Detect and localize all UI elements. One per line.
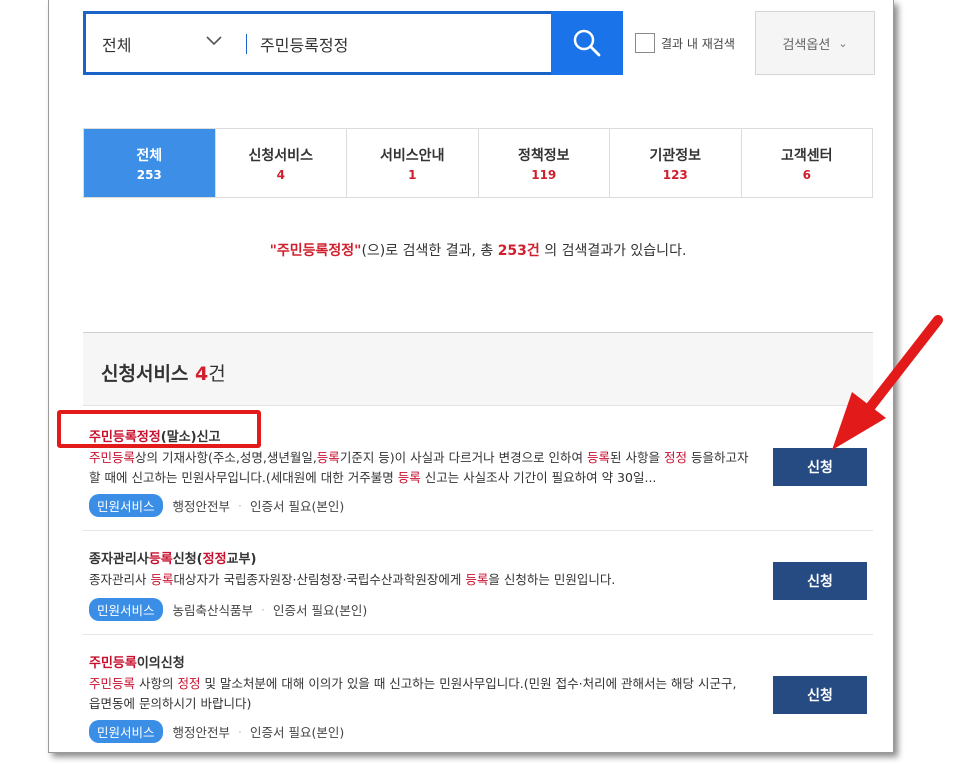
agency-name: 행정안전부 — [172, 499, 231, 514]
result-meta: 민원서비스 농림축산식품부 · 인증서 필요(본인) — [89, 598, 367, 621]
tab-label: 전체 — [136, 147, 163, 164]
desc-text: 기준지 등)이 사실과 다르거나 변경으로 인하여 — [339, 450, 588, 465]
result-title-link[interactable]: 주민등록이의신청 — [89, 652, 185, 671]
agency-name: 농림축산식품부 — [172, 603, 254, 618]
tab-label: 서비스안내 — [380, 147, 445, 164]
apply-button[interactable]: 신청 — [773, 562, 867, 600]
meta-separator: · — [261, 602, 266, 617]
agency-name: 행정안전부 — [172, 725, 231, 740]
apply-button[interactable]: 신청 — [773, 676, 867, 714]
section-title-label: 신청서비스 — [101, 363, 189, 385]
tab-label: 정책정보 — [517, 147, 570, 164]
result-description: 종자관리사 등록대상자가 국립종자원장·산림청장·국립수산과학원장에게 등록을 … — [89, 570, 749, 590]
chevron-down-icon[interactable] — [204, 30, 224, 50]
apply-button[interactable]: 신청 — [773, 448, 867, 486]
category-tabs: 전체 253 신청서비스 4 서비스안내 1 정책정보 119 기관정보 123… — [83, 128, 873, 198]
tab-count: 4 — [276, 167, 285, 182]
section-count: 4 — [195, 363, 209, 385]
category-badge: 민원서비스 — [89, 720, 163, 743]
desc-highlight: 등록 — [465, 572, 489, 587]
summary-text-end: 의 검색결과가 있습니다. — [539, 243, 687, 259]
recheck-label: 결과 내 재검색 — [661, 36, 735, 51]
annotation-highlight-box — [57, 410, 261, 448]
result-description: 주민등록 사항의 정정 및 말소처분에 대해 이의가 있을 때 신고하는 민원사… — [89, 674, 749, 714]
title-highlight: 등록 — [148, 552, 173, 567]
search-options-button[interactable]: 검색옵션 ⌄ — [755, 11, 875, 75]
chevron-down-icon: ⌄ — [838, 36, 848, 50]
cert-requirement: 인증서 필요(본인) — [250, 499, 345, 514]
search-divider — [246, 34, 247, 54]
search-bar: 전체 주민등록정정 — [83, 11, 583, 75]
summary-text: (으)로 검색한 결과, 총 — [361, 243, 498, 259]
tab-label: 고객센터 — [780, 147, 833, 164]
result-summary: "주민등록정정"(으)로 검색한 결과, 총 253건 의 검색결과가 있습니다… — [83, 240, 873, 260]
desc-text: 신고는 사실조사 기간이 필요하여 약 30일... — [420, 470, 657, 485]
tab-count: 1 — [408, 167, 417, 182]
recheck-option[interactable]: 결과 내 재검색 — [635, 33, 735, 53]
desc-highlight: 등록 — [316, 450, 340, 465]
tab-count: 123 — [662, 167, 688, 182]
title-highlight: 정정 — [202, 552, 227, 567]
search-icon — [573, 29, 601, 57]
result-item: 종자관리사등록신청(정정교부) 종자관리사 등록대상자가 국립종자원장·산림청장… — [83, 530, 873, 635]
result-meta: 민원서비스 행정안전부 · 인증서 필요(본인) — [89, 720, 344, 743]
search-button[interactable] — [551, 11, 623, 75]
result-description: 주민등록상의 기재사항(주소,성명,생년월일,등록기준지 등)이 사실과 다르거… — [89, 448, 749, 488]
cert-requirement: 인증서 필요(본인) — [273, 603, 368, 618]
tab-service-guide[interactable]: 서비스안내 1 — [346, 129, 478, 197]
desc-text: 대상자가 국립종자원장·산림청장·국립수산과학원장에게 — [173, 572, 466, 587]
summary-total: 253건 — [497, 243, 540, 259]
tab-label: 기관정보 — [649, 147, 702, 164]
search-results-window: 전체 주민등록정정 결과 내 재검색 검색옵션 ⌄ 전체 253 신청서비스 4… — [48, 0, 894, 753]
desc-text: 상의 기재사항(주소,성명,생년월일, — [135, 450, 317, 465]
tab-agency-info[interactable]: 기관정보 123 — [609, 129, 741, 197]
tab-label: 신청서비스 — [248, 147, 313, 164]
desc-text: 된 사항을 — [610, 450, 664, 465]
desc-highlight: 정정 — [177, 676, 201, 691]
meta-separator: · — [238, 498, 243, 513]
tab-count: 119 — [531, 167, 557, 182]
category-badge: 민원서비스 — [89, 598, 163, 621]
tab-application-service[interactable]: 신청서비스 4 — [214, 129, 347, 197]
desc-highlight: 주민등록 — [89, 450, 136, 465]
result-title-link[interactable]: 종자관리사등록신청(정정교부) — [89, 548, 256, 567]
search-options-label: 검색옵션 — [782, 37, 831, 53]
recheck-checkbox[interactable] — [635, 33, 655, 53]
section-unit: 건 — [208, 363, 226, 385]
desc-highlight: 등록 — [587, 450, 611, 465]
desc-text: 종자관리사 — [89, 572, 151, 587]
search-input[interactable]: 주민등록정정 — [260, 32, 348, 56]
desc-highlight: 등록 — [397, 470, 421, 485]
title-text: 교부) — [226, 552, 257, 567]
summary-term: "주민등록정정" — [269, 243, 362, 259]
title-highlight: 주민등록 — [89, 656, 137, 671]
section-header: 신청서비스 4건 — [83, 332, 873, 406]
result-item: 주민등록이의신청 주민등록 사항의 정정 및 말소처분에 대해 이의가 있을 때… — [83, 634, 873, 752]
tab-all[interactable]: 전체 253 — [84, 129, 215, 197]
tab-customer-center[interactable]: 고객센터 6 — [740, 129, 873, 197]
category-badge: 민원서비스 — [89, 494, 163, 517]
tab-count: 253 — [136, 167, 162, 182]
section-title: 신청서비스 4건 — [101, 359, 226, 386]
desc-highlight: 정정 — [664, 450, 688, 465]
desc-highlight: 주민등록 — [89, 676, 136, 691]
desc-text: 사항의 — [135, 676, 178, 691]
search-scope-select[interactable]: 전체 — [102, 32, 131, 56]
cert-requirement: 인증서 필요(본인) — [250, 725, 345, 740]
desc-highlight: 등록 — [150, 572, 174, 587]
title-text: 이의신청 — [136, 656, 185, 671]
meta-separator: · — [238, 724, 243, 739]
result-meta: 민원서비스 행정안전부 · 인증서 필요(본인) — [89, 494, 344, 517]
tab-count: 6 — [802, 167, 811, 182]
title-text: 신청( — [172, 552, 203, 567]
title-text: 종자관리사 — [89, 552, 149, 567]
tab-policy-info[interactable]: 정책정보 119 — [477, 129, 610, 197]
desc-text: 을 신청하는 민원입니다. — [488, 572, 616, 587]
